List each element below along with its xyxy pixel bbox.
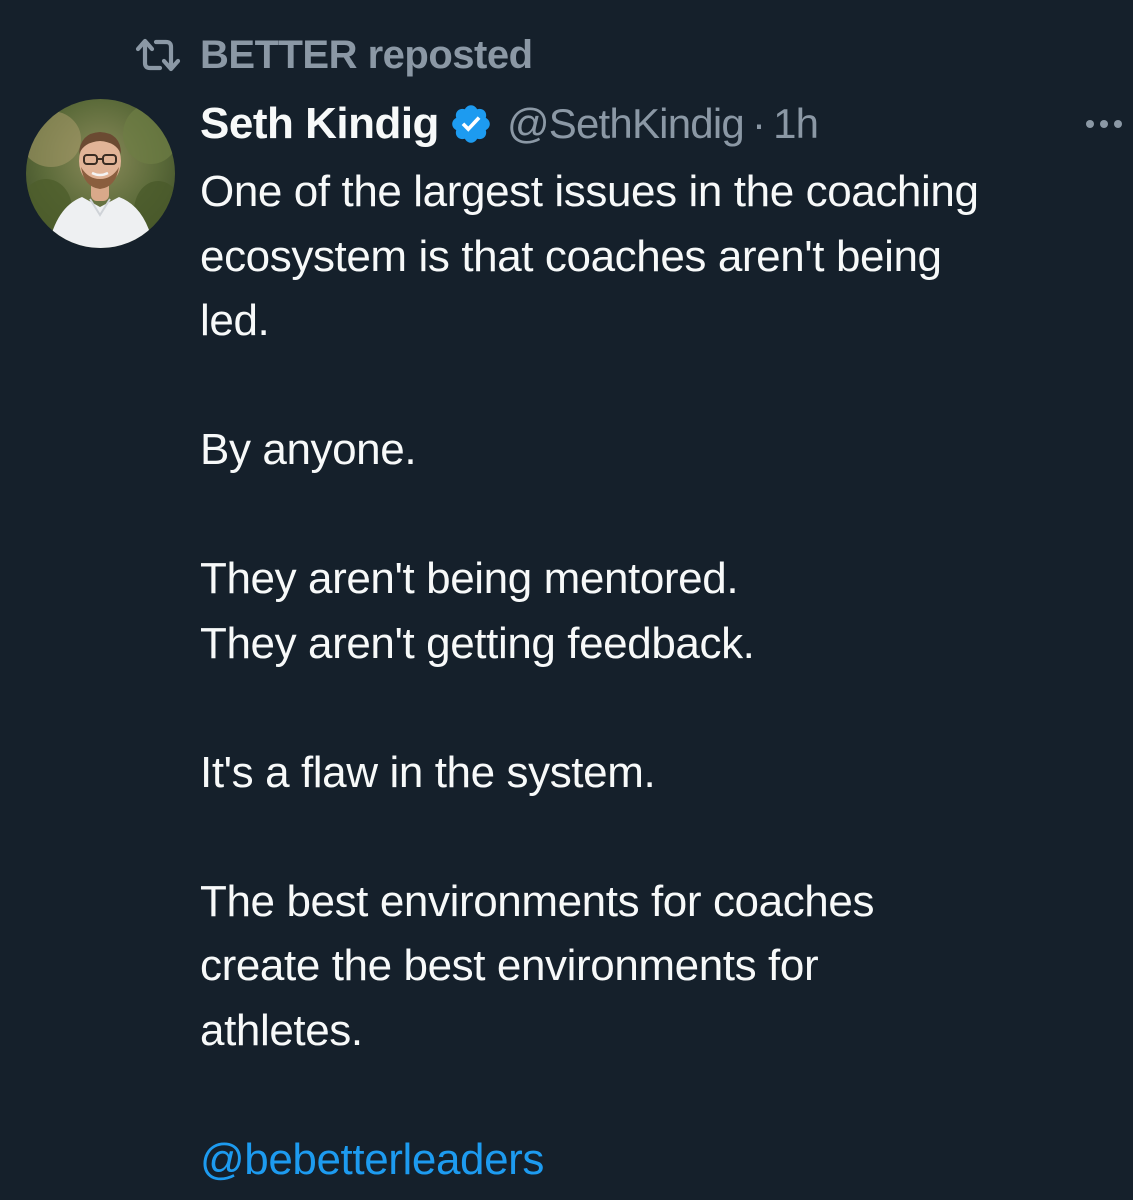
tweet-text: One of the largest issues in the coachin… <box>200 160 1120 1192</box>
separator-dot: · <box>751 100 766 147</box>
repost-icon <box>135 38 181 72</box>
tweet-line: led. <box>200 296 270 345</box>
author-handle[interactable]: @SethKindig <box>507 100 745 148</box>
more-options-button[interactable] <box>1080 104 1128 144</box>
tweet-line: ecosystem is that coaches aren't being <box>200 231 942 281</box>
verified-badge-icon[interactable] <box>449 102 493 146</box>
mention-link[interactable]: @bebetterleaders <box>200 1128 1120 1193</box>
repost-attribution[interactable]: BETTER reposted <box>134 30 533 80</box>
paragraph-break <box>200 483 1120 548</box>
tweet-header: Seth Kindig @SethKindig · 1h <box>200 96 819 152</box>
post-timestamp[interactable]: 1h <box>773 100 819 148</box>
avatar[interactable] <box>26 99 175 248</box>
more-horizontal-icon <box>1086 120 1122 128</box>
paragraph-break <box>200 1063 1120 1128</box>
avatar-photo <box>26 99 175 248</box>
paragraph-break <box>200 676 1120 741</box>
author-name[interactable]: Seth Kindig <box>200 99 439 149</box>
tweet-line: They aren't getting feedback. <box>200 618 755 668</box>
tweet-line: It's a flaw in the system. <box>200 747 656 797</box>
tweet-line: By anyone. <box>200 425 417 474</box>
tweet-line: The best environments for coaches <box>200 876 875 926</box>
tweet-line: create the best environments for <box>200 941 819 990</box>
tweet-line: They aren't being mentored. <box>200 554 739 603</box>
paragraph-break <box>200 805 1120 870</box>
repost-label: BETTER reposted <box>200 32 533 77</box>
tweet-line: One of the largest issues in the coachin… <box>200 167 979 216</box>
paragraph-break <box>200 354 1120 419</box>
tweet-line: athletes. <box>200 1005 363 1055</box>
